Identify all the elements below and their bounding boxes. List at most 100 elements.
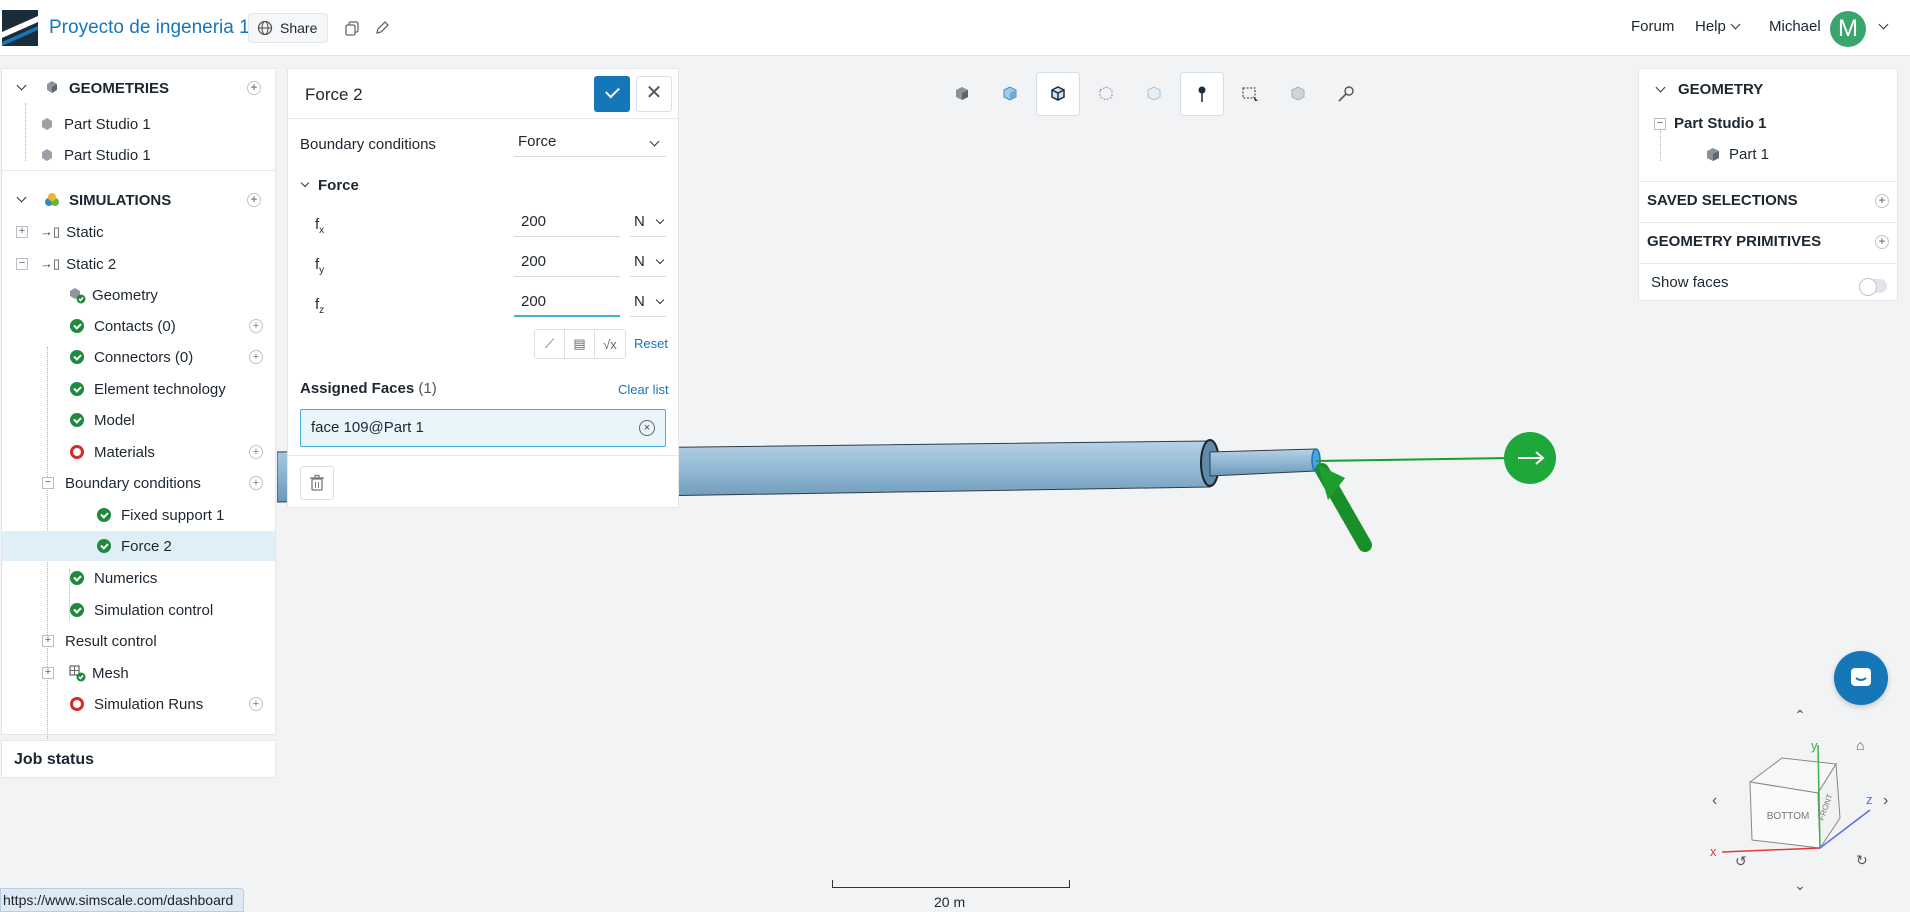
chart-icon[interactable]: ⟋ (535, 330, 565, 358)
point-select-button[interactable] (1180, 72, 1224, 116)
add-boundary-condition-button[interactable]: + (249, 476, 263, 490)
force-section-toggle[interactable]: Force (300, 177, 359, 194)
add-contact-button[interactable]: + (249, 319, 263, 333)
tree-item-geometry[interactable]: Part Studio 1 (40, 140, 151, 170)
wireframe-view-button[interactable] (1084, 72, 1128, 116)
geometries-header[interactable]: GEOMETRIES + (2, 73, 275, 103)
tree-item-label: Static (66, 223, 104, 241)
expand-icon[interactable]: + (42, 635, 54, 647)
add-material-button[interactable]: + (249, 445, 263, 459)
tree-item-result-control[interactable]: + Result control (42, 626, 157, 656)
job-status-panel[interactable]: Job status (1, 740, 276, 778)
geometry-header[interactable]: GEOMETRY (1639, 81, 1897, 98)
rotate-down-icon[interactable]: ⌄ (1794, 877, 1806, 893)
simulations-header[interactable]: SIMULATIONS + (2, 185, 275, 215)
reset-link[interactable]: Reset (634, 336, 668, 351)
chevron-down-icon[interactable] (16, 80, 27, 90)
fz-input[interactable]: 200 (514, 287, 620, 317)
user-menu-chevron[interactable] (1874, 18, 1889, 35)
view-cube-toggle[interactable] (940, 72, 984, 116)
part-item[interactable]: Part 1 (1705, 146, 1910, 163)
tree-item-label: Model (94, 411, 135, 429)
copy-icon[interactable] (342, 18, 362, 38)
tree-item-geometry-setup[interactable]: Geometry (68, 280, 158, 310)
clear-list-link[interactable]: Clear list (618, 382, 669, 397)
tree-item-numerics[interactable]: Numerics (70, 563, 157, 593)
tree-item-mesh[interactable]: + Mesh (42, 658, 129, 688)
table-icon[interactable]: ▤ (565, 330, 595, 358)
add-connector-button[interactable]: + (249, 350, 263, 364)
tree-item-geometry[interactable]: Part Studio 1 (40, 109, 151, 139)
tree-item-model[interactable]: Model (70, 405, 135, 435)
bc-type-select[interactable]: Force (514, 127, 666, 157)
add-primitive-button[interactable]: + (1875, 235, 1889, 249)
confirm-button[interactable] (594, 76, 630, 112)
collapse-icon[interactable]: − (16, 258, 28, 270)
project-title[interactable]: Proyecto de ingeneria 1 (49, 17, 250, 39)
rotate-left-icon[interactable]: ‹ (1712, 792, 1717, 809)
geometry-primitives-header[interactable]: GEOMETRY PRIMITIVES + (1639, 233, 1897, 250)
support-chat-button[interactable] (1834, 651, 1888, 705)
tree-item-static-2[interactable]: − →▯ Static 2 (2, 249, 275, 279)
formula-icon[interactable]: √x (595, 330, 625, 358)
rotate-up-icon[interactable]: ⌃ (1794, 707, 1806, 723)
add-geometry-button[interactable]: + (247, 81, 261, 95)
fz-unit-select[interactable]: N (630, 287, 666, 317)
expand-icon[interactable]: + (16, 226, 28, 238)
globe-icon (257, 20, 273, 36)
edit-icon[interactable] (372, 18, 392, 38)
simscale-logo[interactable] (2, 10, 38, 46)
measure-button[interactable] (1324, 72, 1368, 116)
delete-button[interactable] (300, 466, 334, 500)
rotate-right-icon[interactable]: › (1883, 792, 1888, 809)
cube-face-bottom[interactable]: BOTTOM (1767, 811, 1810, 822)
tree-item-fixed-support[interactable]: Fixed support 1 (97, 500, 224, 530)
tree-item-element-technology[interactable]: Element technology (70, 374, 226, 404)
fx-unit-select[interactable]: N (630, 207, 666, 237)
remove-face-icon[interactable]: × (639, 420, 655, 436)
collapse-icon[interactable]: − (42, 477, 54, 489)
tree-item-simulation-control[interactable]: Simulation control (70, 595, 213, 625)
user-name[interactable]: Michael (1769, 18, 1821, 35)
scale-label: 20 m (934, 894, 966, 910)
x-axis-line (1721, 847, 1821, 853)
shaded-view-button[interactable] (988, 72, 1032, 116)
tree-item-static[interactable]: + →▯ Static (2, 217, 275, 247)
tree-item-force-2[interactable]: Force 2 (2, 531, 275, 561)
avatar[interactable]: M (1830, 11, 1866, 47)
shaded-edges-view-button[interactable] (1036, 72, 1080, 116)
fy-input[interactable]: 200 (514, 247, 620, 277)
help-menu[interactable]: Help (1695, 18, 1741, 35)
part-studio-item[interactable]: Part Studio 1 (1674, 115, 1910, 132)
fy-unit-select[interactable]: N (630, 247, 666, 277)
box-select-button[interactable] (1228, 72, 1272, 116)
panel-title[interactable]: Force 2 (305, 85, 363, 105)
hide-button[interactable] (1276, 72, 1320, 116)
expand-icon[interactable]: + (42, 667, 54, 679)
add-simulation-run-button[interactable]: + (249, 697, 263, 711)
add-simulation-button[interactable]: + (247, 193, 261, 207)
transparent-view-button[interactable] (1132, 72, 1176, 116)
share-button[interactable]: Share (248, 13, 329, 43)
tree-item-connectors[interactable]: Connectors (0) + (70, 342, 275, 372)
rotate-ccw-icon[interactable]: ↺ (1735, 853, 1747, 869)
show-faces-toggle[interactable] (1859, 278, 1887, 296)
navigation-cube[interactable]: ⌃ ⌂ ‹ › ⌄ BOTTOM FRONT y z x ↺ ↻ (1700, 700, 1900, 900)
tree-item-contacts[interactable]: Contacts (0) + (70, 311, 275, 341)
assigned-face-item[interactable]: face 109@Part 1 × (300, 409, 666, 447)
home-icon[interactable]: ⌂ (1856, 737, 1864, 753)
tree-item-boundary-conditions[interactable]: − Boundary conditions + (42, 468, 275, 498)
tree-item-materials[interactable]: Materials + (70, 437, 275, 467)
chevron-down-icon[interactable] (16, 192, 27, 202)
add-saved-selection-button[interactable]: + (1875, 194, 1889, 208)
fx-input[interactable]: 200 (514, 207, 620, 237)
tree-item-simulation-runs[interactable]: Simulation Runs + (70, 689, 275, 719)
top-bar: Proyecto de ingeneria 1 Share Forum Help… (0, 0, 1910, 56)
view-cube-body[interactable]: BOTTOM FRONT (1748, 757, 1841, 850)
forum-link[interactable]: Forum (1631, 18, 1674, 35)
close-button[interactable]: ✕ (636, 76, 672, 112)
check-icon (70, 603, 84, 617)
collapse-icon[interactable]: − (1654, 118, 1666, 130)
rotate-cw-icon[interactable]: ↻ (1856, 852, 1868, 868)
saved-selections-header[interactable]: SAVED SELECTIONS + (1639, 192, 1897, 209)
